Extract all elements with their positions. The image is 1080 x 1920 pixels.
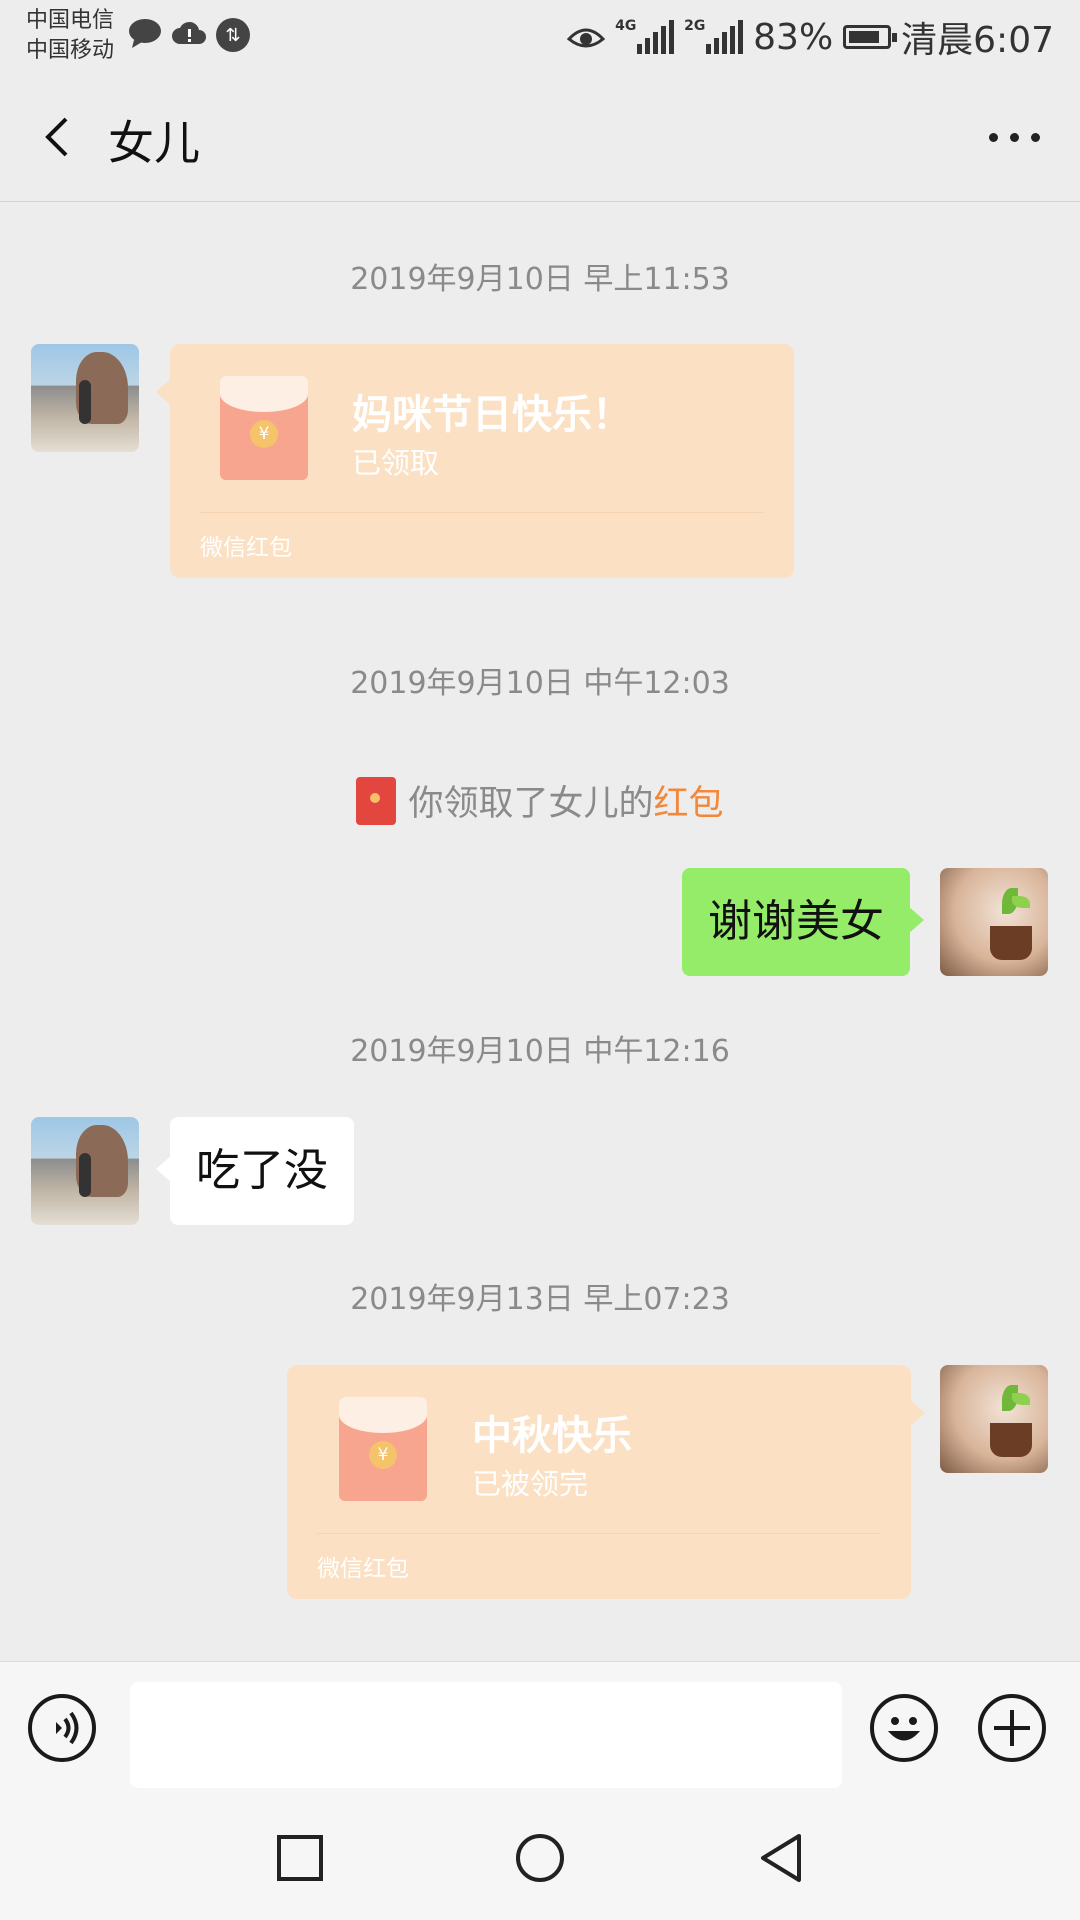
- timestamp: 2019年9月10日 中午12:03: [350, 666, 730, 701]
- red-packet-title: 妈咪节日快乐！: [352, 392, 632, 438]
- system-navigation-bar: [0, 1798, 1080, 1920]
- chat-notification-icon: [129, 19, 161, 48]
- system-message-text: 你领取了女儿的: [408, 784, 654, 824]
- red-packet-status: 已被领完: [472, 1467, 589, 1501]
- carrier-info: 中国电信 中国移动: [26, 6, 114, 66]
- red-packet-icon: ¥: [220, 376, 308, 480]
- avatar-self[interactable]: [940, 868, 1048, 976]
- red-packet-title: 中秋快乐: [472, 1413, 632, 1459]
- red-packet-message[interactable]: ¥ 妈咪节日快乐！ 已领取 微信红包: [156, 344, 794, 578]
- recent-apps-icon[interactable]: [274, 1832, 326, 1884]
- avatar-daughter[interactable]: [31, 344, 139, 452]
- carrier-1: 中国电信: [26, 8, 115, 33]
- timestamp: 2019年9月13日 早上07:23: [350, 1282, 730, 1317]
- timestamp: 2019年9月10日 早上11:53: [350, 262, 730, 297]
- signal-2g-icon: 2G: [684, 18, 744, 54]
- battery-icon: [843, 25, 898, 49]
- voice-icon[interactable]: [28, 1694, 96, 1762]
- data-sync-icon: ⇅: [216, 18, 250, 52]
- plus-icon[interactable]: [978, 1694, 1046, 1762]
- input-bar: [0, 1661, 1080, 1798]
- emoji-icon[interactable]: [870, 1694, 938, 1762]
- system-message: 你领取了女儿的红包: [0, 775, 1080, 826]
- divider: [200, 512, 764, 513]
- home-icon[interactable]: [514, 1832, 566, 1884]
- signal-4g-icon: 4G: [615, 18, 675, 54]
- status-bar: 中国电信 中国移动 ⇅ 4G 2G 83% 清晨6:07: [0, 0, 1080, 75]
- red-packet-link[interactable]: 红包: [654, 784, 724, 824]
- chat-header: 女儿: [0, 75, 1080, 202]
- red-packet-footer: 微信红包: [317, 1556, 409, 1582]
- chat-title: 女儿: [108, 116, 200, 170]
- chevron-left-icon[interactable]: [36, 113, 84, 161]
- more-horizontal-icon[interactable]: [989, 133, 1040, 142]
- divider: [317, 1533, 881, 1534]
- network-2-label: 2G: [684, 18, 706, 34]
- red-packet-icon: ¥: [339, 1397, 427, 1501]
- carrier-2: 中国移动: [26, 38, 115, 63]
- eye-comfort-icon: [567, 28, 606, 48]
- red-packet-small-icon: [356, 776, 397, 825]
- message-bubble-received[interactable]: 吃了没: [156, 1117, 354, 1225]
- red-packet-message[interactable]: ¥ 中秋快乐 已被领完 微信红包: [287, 1365, 925, 1599]
- message-bubble-sent[interactable]: 谢谢美女: [682, 868, 924, 976]
- notification-icons: ⇅: [128, 18, 250, 52]
- clock: 清晨6:07: [901, 20, 1054, 61]
- timestamp: 2019年9月10日 中午12:16: [350, 1034, 730, 1069]
- back-nav-icon[interactable]: [755, 1832, 807, 1884]
- battery-percent: 83%: [753, 16, 834, 58]
- status-right: 4G 2G 83% 清晨6:07: [567, 12, 1054, 62]
- message-list[interactable]: 2019年9月10日 早上11:53 ¥ 妈咪节日快乐！ 已领取 微信红包 20…: [0, 202, 1080, 1660]
- avatar-daughter[interactable]: [31, 1117, 139, 1225]
- message-input[interactable]: [130, 1682, 842, 1788]
- cloud-alert-icon: [172, 21, 206, 44]
- network-1-label: 4G: [615, 18, 637, 34]
- red-packet-footer: 微信红包: [200, 535, 292, 561]
- red-packet-status: 已领取: [352, 446, 440, 480]
- avatar-self[interactable]: [940, 1365, 1048, 1473]
